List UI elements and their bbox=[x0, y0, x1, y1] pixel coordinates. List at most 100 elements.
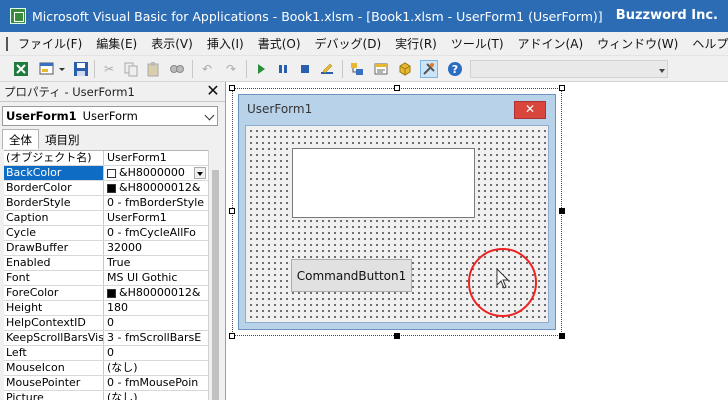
property-name: Caption bbox=[4, 211, 104, 225]
property-name: BorderColor bbox=[4, 181, 104, 195]
object-browser-icon[interactable] bbox=[396, 60, 414, 78]
standard-toolbar: ✂ ↶ ↷ ? bbox=[0, 56, 728, 82]
color-swatch bbox=[107, 288, 116, 298]
object-selector[interactable]: UserForm1 UserForm bbox=[2, 106, 218, 126]
properties-scrollbar[interactable] bbox=[208, 150, 222, 400]
properties-icon[interactable] bbox=[372, 60, 390, 78]
menu-format[interactable]: 書式(O) bbox=[258, 35, 301, 52]
color-swatch bbox=[107, 168, 116, 178]
property-row[interactable]: BackColor &H8000000 bbox=[4, 166, 208, 181]
resize-handle[interactable] bbox=[559, 208, 565, 214]
property-row[interactable]: Font MS UI Gothic bbox=[4, 271, 208, 286]
close-icon[interactable]: ✕ bbox=[205, 82, 221, 100]
brand-watermark: Buzzword Inc. bbox=[615, 8, 718, 23]
menu-file[interactable]: ファイル(F) bbox=[18, 35, 82, 52]
property-row[interactable]: Left 0 bbox=[4, 346, 208, 361]
menu-bar: ファイル(F) 編集(E) 表示(V) 挿入(I) 書式(O) デバッグ(D) … bbox=[0, 32, 728, 56]
close-icon[interactable]: ✕ bbox=[514, 101, 546, 119]
property-value: 3 - fmScrollBarsE bbox=[107, 331, 202, 344]
tab-alphabetic[interactable]: 全体 bbox=[2, 129, 39, 149]
property-name: Enabled bbox=[4, 256, 104, 270]
property-row[interactable]: BorderStyle 0 - fmBorderStyle bbox=[4, 196, 208, 211]
tab-categorized[interactable]: 項目別 bbox=[38, 129, 87, 149]
property-row[interactable]: KeepScrollBarsVis 3 - fmScrollBarsE bbox=[4, 331, 208, 346]
help-icon[interactable]: ? bbox=[446, 60, 464, 78]
excel-icon[interactable] bbox=[12, 60, 30, 78]
resize-handle[interactable] bbox=[394, 333, 400, 339]
vba-app-icon bbox=[10, 8, 26, 24]
scrollbar-thumb[interactable] bbox=[212, 170, 219, 400]
menu-debug[interactable]: デバッグ(D) bbox=[315, 35, 382, 52]
command-button[interactable]: CommandButton1 bbox=[291, 259, 412, 292]
dropdown-arrow-icon[interactable] bbox=[194, 167, 206, 179]
mouse-pointer-icon bbox=[496, 268, 510, 289]
property-row[interactable]: Cycle 0 - fmCycleAllFo bbox=[4, 226, 208, 241]
property-value: 0 - fmBorderStyle bbox=[107, 196, 205, 209]
property-row[interactable]: BorderColor &H80000012& bbox=[4, 181, 208, 196]
property-value-cell: &H80000012& bbox=[104, 286, 208, 300]
properties-tabs: 全体 項目別 bbox=[2, 129, 87, 149]
textbox-control[interactable] bbox=[292, 148, 475, 218]
property-name: Left bbox=[4, 346, 104, 360]
property-value: UserForm1 bbox=[107, 211, 167, 224]
menu-insert[interactable]: 挿入(I) bbox=[207, 35, 244, 52]
property-name: MouseIcon bbox=[4, 361, 104, 375]
resize-handle[interactable] bbox=[229, 208, 235, 214]
toolbox-icon[interactable] bbox=[420, 60, 438, 78]
property-row[interactable]: HelpContextID 0 bbox=[4, 316, 208, 331]
property-row[interactable]: DrawBuffer 32000 bbox=[4, 241, 208, 256]
menu-tools[interactable]: ツール(T) bbox=[451, 35, 504, 52]
toolbar-overflow-icon[interactable] bbox=[659, 69, 665, 75]
property-name: (オブジェクト名) bbox=[4, 151, 104, 165]
resize-handle[interactable] bbox=[229, 85, 235, 91]
paste-icon[interactable] bbox=[144, 60, 162, 78]
copy-icon[interactable] bbox=[122, 60, 140, 78]
insert-dropdown-icon[interactable] bbox=[58, 60, 66, 78]
save-icon[interactable] bbox=[72, 60, 90, 78]
property-row[interactable]: Height 180 bbox=[4, 301, 208, 316]
toolbar-separator bbox=[192, 60, 193, 78]
window-menu-icon[interactable] bbox=[6, 36, 8, 51]
resize-handle[interactable] bbox=[559, 85, 565, 91]
toolbar-separator bbox=[246, 60, 247, 78]
property-row[interactable]: MousePointer 0 - fmMousePoin bbox=[4, 376, 208, 391]
property-row[interactable]: Enabled True bbox=[4, 256, 208, 271]
property-value: True bbox=[107, 256, 131, 269]
resize-handle[interactable] bbox=[394, 85, 400, 91]
property-row[interactable]: ForeColor &H80000012& bbox=[4, 286, 208, 301]
find-icon[interactable] bbox=[168, 60, 186, 78]
design-mode-icon[interactable] bbox=[318, 60, 336, 78]
project-explorer-icon[interactable] bbox=[348, 60, 366, 78]
property-row[interactable]: Caption UserForm1 bbox=[4, 211, 208, 226]
menu-window[interactable]: ウィンドウ(W) bbox=[597, 35, 678, 52]
run-icon[interactable] bbox=[252, 60, 270, 78]
redo-icon[interactable]: ↷ bbox=[222, 60, 240, 78]
resize-handle[interactable] bbox=[229, 333, 235, 339]
menu-addins[interactable]: アドイン(A) bbox=[518, 35, 584, 52]
property-value: 0 - fmCycleAllFo bbox=[107, 226, 196, 239]
menu-help[interactable]: ヘルプ(H) bbox=[692, 35, 728, 52]
property-row[interactable]: MouseIcon (なし) bbox=[4, 361, 208, 376]
property-name: HelpContextID bbox=[4, 316, 104, 330]
menu-run[interactable]: 実行(R) bbox=[395, 35, 437, 52]
property-name: DrawBuffer bbox=[4, 241, 104, 255]
properties-title: プロパティ - UserForm1 bbox=[4, 84, 135, 99]
reset-icon[interactable] bbox=[296, 60, 314, 78]
property-value-cell: &H80000012& bbox=[104, 181, 208, 195]
property-name: BorderStyle bbox=[4, 196, 104, 210]
property-value: 180 bbox=[107, 301, 128, 314]
menu-edit[interactable]: 編集(E) bbox=[96, 35, 137, 52]
resize-handle[interactable] bbox=[559, 333, 565, 339]
cut-icon[interactable]: ✂ bbox=[100, 60, 118, 78]
object-type: UserForm bbox=[82, 109, 138, 123]
property-value: (なし) bbox=[107, 391, 138, 400]
property-value-cell: &H8000000 bbox=[104, 166, 208, 180]
property-row[interactable]: (オブジェクト名) UserForm1 bbox=[4, 151, 208, 166]
property-row[interactable]: Picture (なし) bbox=[4, 391, 208, 400]
undo-icon[interactable]: ↶ bbox=[198, 60, 216, 78]
toolbar-separator bbox=[342, 60, 343, 78]
menu-view[interactable]: 表示(V) bbox=[151, 35, 193, 52]
pause-icon[interactable] bbox=[274, 60, 292, 78]
property-name: MousePointer bbox=[4, 376, 104, 390]
insert-userform-icon[interactable] bbox=[38, 60, 56, 78]
